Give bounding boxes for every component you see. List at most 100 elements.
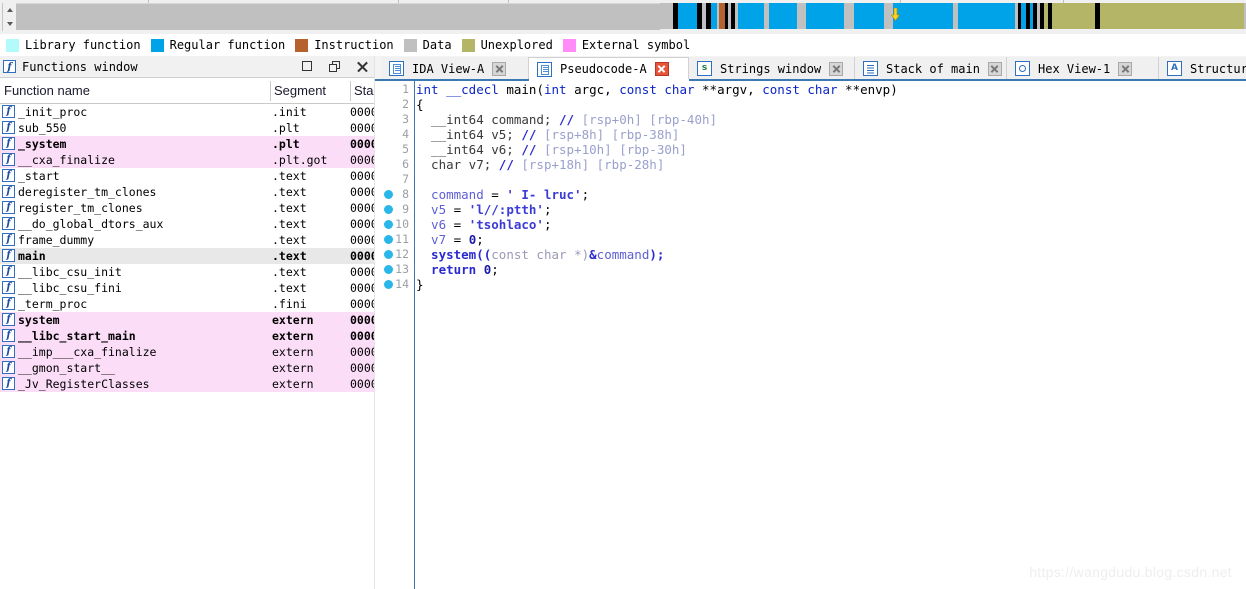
table-row[interactable]: f _system .plt 0000: [0, 136, 375, 152]
nav-segment[interactable]: [769, 3, 797, 29]
cell-segment: .text: [272, 169, 307, 183]
strings-s-icon: s: [697, 61, 712, 76]
table-row[interactable]: f _start .text 0000: [0, 168, 375, 184]
code-line[interactable]: 7: [375, 172, 1246, 187]
view-tab-strip[interactable]: IDA View-A Pseudocode-A s Strings window Sta…: [375, 56, 1246, 80]
column-header-function-name[interactable]: Function name: [0, 78, 270, 103]
table-row[interactable]: f __libc_start_main extern 0000: [0, 328, 375, 344]
column-separator[interactable]: [270, 81, 271, 101]
code-token: __cdecl: [446, 82, 507, 97]
nav-segment[interactable]: [893, 3, 953, 29]
cell-function-name: _init_proc: [18, 105, 88, 119]
code-line[interactable]: 3 __int64 command; // [rsp+0h] [rbp-40h]: [375, 112, 1246, 127]
table-row[interactable]: f __imp___cxa_finalize extern 0000: [0, 344, 375, 360]
cell-start-address: 0000: [350, 377, 375, 391]
breakpoint-dot-icon[interactable]: [384, 220, 393, 229]
nav-segment[interactable]: [844, 3, 854, 29]
address-navigation-bar[interactable]: [660, 3, 1246, 29]
tab-ida-view-a[interactable]: IDA View-A: [381, 57, 529, 80]
restore-button[interactable]: [329, 60, 342, 74]
table-row[interactable]: f __do_global_dtors_aux .text 0000: [0, 216, 375, 232]
code-token: [rsp+18h] [rbp-28h]: [521, 157, 665, 172]
code-line[interactable]: 13 return 0;: [375, 262, 1246, 277]
code-line[interactable]: 10 v6 = 'tsohlaco';: [375, 217, 1246, 232]
nav-segment[interactable]: [738, 3, 764, 29]
table-row[interactable]: f register_tm_clones .text 0000: [0, 200, 375, 216]
cell-function-name: sub_550: [18, 121, 67, 135]
pseudocode-view[interactable]: 1 int __cdecl main(int argc, const char *…: [375, 81, 1246, 589]
tab-close-icon[interactable]: [1118, 61, 1133, 76]
nav-segment[interactable]: [678, 3, 697, 29]
cell-function-name: _system: [18, 137, 67, 151]
table-row[interactable]: f sub_550 .plt 0000: [0, 120, 375, 136]
code-line[interactable]: 2{: [375, 97, 1246, 112]
table-row[interactable]: f main .text 0000: [0, 248, 375, 264]
code-token: __int64 command;: [416, 112, 559, 127]
code-line[interactable]: 5 __int64 v6; // [rsp+10h] [rbp-30h]: [375, 142, 1246, 157]
nav-cursor-icon[interactable]: [890, 6, 901, 22]
tab-stack-of-main[interactable]: Stack of main: [855, 57, 1007, 80]
breakpoint-dot-icon[interactable]: [384, 235, 393, 244]
code-line[interactable]: 6 char v7; // [rsp+18h] [rbp-28h]: [375, 157, 1246, 172]
cell-function-name: _start: [18, 169, 60, 183]
code-line[interactable]: 4 __int64 v5; // [rsp+8h] [rbp-38h]: [375, 127, 1246, 142]
column-separator[interactable]: [350, 81, 351, 101]
legend-label: Regular function: [169, 38, 286, 52]
breakpoint-dot-icon[interactable]: [384, 190, 393, 199]
code-line[interactable]: 12 system((const char *)&command);: [375, 247, 1246, 262]
nav-segment[interactable]: [958, 3, 1015, 29]
tab-hex-view-1[interactable]: Hex View-1: [1007, 57, 1159, 80]
table-row[interactable]: f _term_proc .fini 0000: [0, 296, 375, 312]
functions-table-header: Function nameSegmentStart: [0, 78, 375, 104]
nav-segment[interactable]: [1052, 3, 1095, 29]
code-line[interactable]: 8 command = ' I- lruc';: [375, 187, 1246, 202]
cell-segment: .plt: [272, 137, 300, 151]
tab-close-icon[interactable]: [987, 61, 1002, 76]
function-f-icon: f: [2, 105, 15, 118]
table-row[interactable]: f __gmon_start__ extern 0000: [0, 360, 375, 376]
pseudocode-gutter-divider: [414, 81, 415, 589]
table-row[interactable]: f __cxa_finalize .plt.got 0000: [0, 152, 375, 168]
table-row[interactable]: f __libc_csu_init .text 0000: [0, 264, 375, 280]
tab-strings-window[interactable]: s Strings window: [689, 57, 855, 80]
nav-scroll-arrows[interactable]: [2, 3, 17, 31]
tab-structure[interactable]: A Structure: [1159, 57, 1246, 80]
table-row[interactable]: f __libc_csu_fini .text 0000: [0, 280, 375, 296]
cell-function-name: _term_proc: [18, 297, 88, 311]
code-line-text: __int64 v5; // [rsp+8h] [rbp-38h]: [416, 127, 679, 142]
document-icon: [537, 61, 552, 77]
code-line-text: return 0;: [416, 262, 499, 277]
breakpoint-dot-icon[interactable]: [384, 280, 393, 289]
breakpoint-dot-icon[interactable]: [384, 205, 393, 214]
nav-segment[interactable]: [1100, 3, 1244, 29]
code-line[interactable]: 14}: [375, 277, 1246, 292]
column-header-start[interactable]: Start: [350, 78, 375, 103]
code-line[interactable]: 1 int __cdecl main(int argc, const char *…: [375, 82, 1246, 97]
functions-table-body[interactable]: f _init_proc .init 0000 f sub_550 .plt 0000 f _sy…: [0, 104, 375, 452]
cell-segment: .text: [272, 217, 307, 231]
nav-scroll-up-icon[interactable]: [7, 8, 13, 12]
table-row[interactable]: f deregister_tm_clones .text 0000: [0, 184, 375, 200]
tab-close-icon[interactable]: [492, 61, 507, 76]
breakpoint-dot-icon[interactable]: [384, 265, 393, 274]
nav-segment[interactable]: [797, 3, 806, 29]
cell-start-address: 0000: [350, 265, 375, 279]
close-icon[interactable]: [356, 61, 369, 74]
breakpoint-dot-icon[interactable]: [384, 250, 393, 259]
table-row[interactable]: f _Jv_RegisterClasses extern 0000: [0, 376, 375, 392]
table-row[interactable]: f system extern 0000: [0, 312, 375, 328]
nav-segment[interactable]: [854, 3, 884, 29]
code-line[interactable]: 9 v5 = 'l//:ptth';: [375, 202, 1246, 217]
column-header-segment[interactable]: Segment: [270, 78, 350, 103]
nav-segment[interactable]: [660, 3, 673, 29]
tab-close-icon[interactable]: [829, 61, 844, 76]
maximize-button[interactable]: [302, 60, 315, 74]
tab-close-icon[interactable]: [654, 62, 669, 76]
tab-pseudocode-a[interactable]: Pseudocode-A: [529, 57, 689, 80]
nav-segment[interactable]: [806, 3, 844, 29]
code-line[interactable]: 11 v7 = 0;: [375, 232, 1246, 247]
code-token: );: [649, 247, 665, 262]
table-row[interactable]: f _init_proc .init 0000: [0, 104, 375, 120]
nav-scroll-down-icon[interactable]: [7, 22, 13, 26]
table-row[interactable]: f frame_dummy .text 0000: [0, 232, 375, 248]
